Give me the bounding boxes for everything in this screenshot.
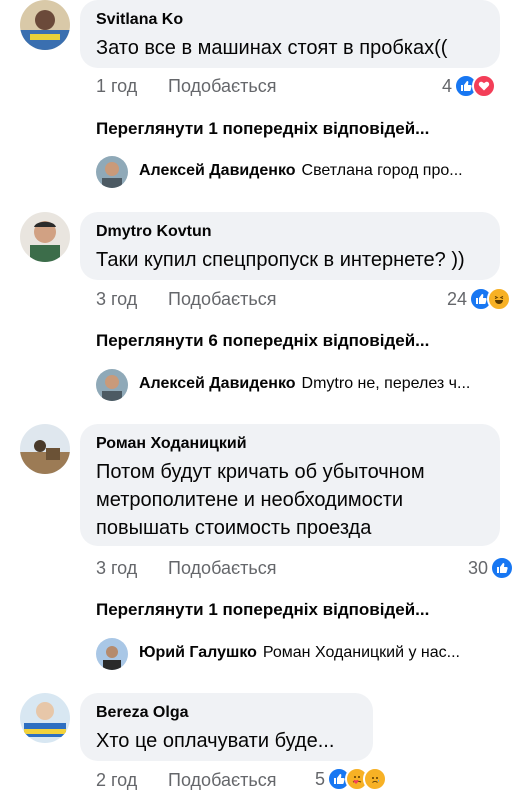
comment-bubble: Роман Ходаницкий Потом будут кричать об … [80, 424, 500, 546]
reaction-count: 24 [447, 288, 468, 309]
reply-author: Алексей Давиденко [139, 162, 296, 179]
reaction-summary[interactable]: 30 [468, 556, 515, 580]
comment-time[interactable]: 3 год [96, 289, 137, 310]
view-replies-link[interactable]: Переглянути 6 попередніх відповідей... [96, 331, 429, 351]
reply-avatar[interactable] [96, 369, 128, 401]
comment-bubble: Svitlana Ko Зато все в машинах стоят в п… [80, 0, 500, 68]
reply-preview[interactable]: Юрий Галушко Роман Ходаницкий у нас... [139, 644, 509, 662]
comment-bubble: Dmytro Kovtun Таки купил спецпропуск в и… [80, 212, 500, 280]
comment-author[interactable]: Svitlana Ko [96, 10, 486, 30]
comment-author[interactable]: Роман Ходаницкий [96, 434, 486, 454]
reply-avatar[interactable] [96, 638, 128, 670]
reply-text: Светлана город про... [301, 162, 463, 179]
comment-text: Зато все в машинах стоят в пробках(( [96, 37, 448, 59]
comment-author[interactable]: Dmytro Kovtun [96, 222, 486, 242]
like-button[interactable]: Подобається [168, 289, 277, 310]
view-replies-link[interactable]: Переглянути 1 попередніх відповідей... [96, 600, 429, 620]
reply-text: Роман Ходаницкий у нас... [262, 644, 460, 661]
comment-bubble: Bereza Olga Хто це оплачувати буде... [80, 693, 373, 761]
like-button[interactable]: Подобається [168, 76, 277, 97]
like-button[interactable]: Подобається [168, 558, 277, 579]
avatar[interactable] [20, 0, 70, 50]
comment-text-line: метрополитене и необходимости [96, 489, 404, 511]
reply-author: Алексей Давиденко [139, 375, 296, 392]
comment-time[interactable]: 2 год [96, 770, 137, 791]
comment-time[interactable]: 1 год [96, 76, 137, 97]
reaction-count: 5 [315, 768, 326, 789]
like-icon [490, 556, 515, 580]
reply-avatar[interactable] [96, 156, 128, 188]
love-icon [472, 74, 497, 98]
sad-icon [363, 767, 388, 791]
comment-text-line: повышать стоимость проезда [96, 517, 372, 539]
like-button[interactable]: Подобається [168, 770, 277, 791]
reaction-count: 4 [442, 75, 453, 96]
comment-text: Потом будут кричать об убыточном метропо… [96, 458, 486, 542]
reply-preview[interactable]: Алексей Давиденко Dmytro не, перелез ч..… [139, 375, 509, 393]
reply-preview[interactable]: Алексей Давиденко Светлана город про... [139, 162, 509, 180]
reply-text: Dmytro не, перелез ч... [301, 375, 471, 392]
reaction-summary[interactable]: 24 [447, 287, 512, 311]
comment-text: Таки купил спецпропуск в интернете? )) [96, 249, 465, 271]
comment-time[interactable]: 3 год [96, 558, 137, 579]
haha-icon [487, 287, 512, 311]
reply-author: Юрий Галушко [139, 644, 257, 661]
comment-text-line: Потом будут кричать об убыточном [96, 461, 425, 483]
view-replies-link[interactable]: Переглянути 1 попередніх відповідей... [96, 119, 429, 139]
avatar[interactable] [20, 212, 70, 262]
avatar[interactable] [20, 693, 70, 743]
reaction-summary[interactable]: 5 [315, 767, 388, 791]
avatar[interactable] [20, 424, 70, 474]
reaction-summary[interactable]: 4 [442, 74, 497, 98]
comment-text: Хто це оплачувати буде... [96, 730, 335, 752]
reaction-count: 30 [468, 557, 489, 578]
comment-author[interactable]: Bereza Olga [96, 703, 359, 723]
